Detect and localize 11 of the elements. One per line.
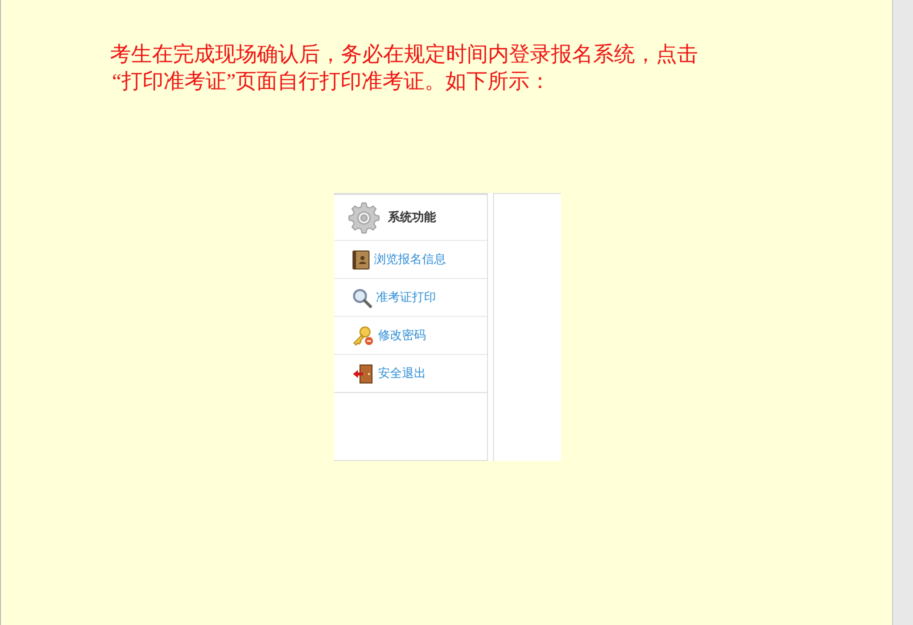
search-icon	[352, 288, 372, 308]
menu-item[interactable]: 修改密码	[334, 317, 487, 355]
book-icon	[352, 250, 370, 270]
settings-icon	[348, 202, 380, 234]
notice-text: “打印准考证”页面自行打印准考证。如下所示：	[112, 68, 552, 95]
notice-text: 考生在完成现场确认后，务必在规定时间内登录报名系统，点击	[110, 41, 699, 68]
menu-item[interactable]: 准考证打印	[334, 279, 487, 317]
menu-item[interactable]: 浏览报名信息	[334, 241, 487, 279]
menu-title: 系统功能	[388, 209, 436, 226]
key-icon	[352, 326, 374, 346]
door-exit-icon	[352, 364, 374, 384]
